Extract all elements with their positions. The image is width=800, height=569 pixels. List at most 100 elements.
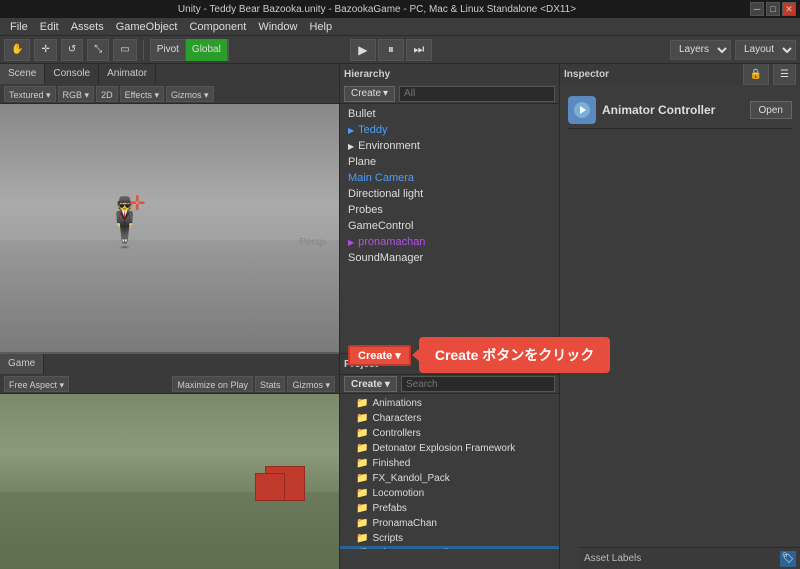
hierarchy-search[interactable] [399, 86, 555, 102]
pivot-global-group: Pivot Global [150, 39, 229, 61]
game-panel-tabs: Game [0, 354, 339, 374]
menu-window[interactable]: Window [252, 18, 303, 36]
create-highlight-btn[interactable]: Create ▾ [348, 345, 411, 366]
main-area: Scene Console Animator Textured ▾ RGB ▾ … [0, 64, 800, 569]
step-button[interactable]: ⏭ [406, 39, 432, 61]
inspector-lock-btn[interactable]: 🔒 [743, 64, 769, 85]
menu-edit[interactable]: Edit [34, 18, 65, 36]
play-controls: ▶ ⏸ ⏭ [350, 39, 432, 61]
p-item-controllers[interactable]: 📁Controllers [340, 426, 559, 441]
game-gizmos[interactable]: Gizmos ▾ [287, 376, 335, 392]
scene-textured[interactable]: Textured ▾ [4, 86, 56, 102]
p-item-characters[interactable]: 📁Characters [340, 411, 559, 426]
pivot-button[interactable]: Pivot [151, 39, 186, 61]
menu-gameobject[interactable]: GameObject [110, 18, 184, 36]
title-bar: Unity - Teddy Bear Bazooka.unity - Bazoo… [0, 0, 800, 18]
game-toolbar: Free Aspect ▾ Maximize on Play Stats Giz… [0, 374, 339, 394]
inspector-object-name: Animator Controller [602, 103, 715, 117]
window-controls: ─ □ ✕ [750, 2, 796, 16]
tab-scene[interactable]: Scene [0, 64, 45, 84]
h-item-bullet[interactable]: Bullet [340, 106, 559, 122]
inspector-open-button[interactable]: Open [750, 101, 792, 119]
menu-assets[interactable]: Assets [65, 18, 110, 36]
menu-file[interactable]: File [4, 18, 34, 36]
tool-scale[interactable]: ⤡ [87, 39, 109, 61]
minimize-button[interactable]: ─ [750, 2, 764, 16]
scene-toolbar: Textured ▾ RGB ▾ 2D Effects ▾ Gizmos ▾ [0, 84, 339, 104]
tab-console[interactable]: Console [45, 64, 99, 84]
menu-component[interactable]: Component [183, 18, 252, 36]
annotation-arrow [412, 349, 419, 361]
h-item-pronamachan[interactable]: ▶pronamachan [340, 234, 559, 250]
h-item-soundmanager[interactable]: SoundManager [340, 250, 559, 266]
toolbar-separator-1 [143, 40, 144, 60]
annotation-overlay: Create ▾ Create ボタンをクリック [348, 337, 610, 373]
hierarchy-toolbar: Create ▾ [340, 84, 559, 104]
left-panel: Scene Console Animator Textured ▾ RGB ▾ … [0, 64, 340, 569]
p-item-animator-controller[interactable]: 🎬Animator Controller [340, 546, 559, 549]
project-search[interactable] [401, 376, 555, 392]
scene-2d[interactable]: 2D [96, 86, 118, 102]
main-toolbar: ✋ ✛ ↺ ⤡ ▭ Pivot Global ▶ ⏸ ⏭ Layers Layo… [0, 36, 800, 64]
game-stats[interactable]: Stats [255, 376, 286, 392]
layers-select[interactable]: Layers [670, 40, 731, 60]
scene-background: 🕴 ✛ Persp [0, 104, 339, 352]
p-item-detonator[interactable]: 📁Detonator Explosion Framework [340, 441, 559, 456]
menu-bar: File Edit Assets GameObject Component Wi… [0, 18, 800, 36]
global-button[interactable]: Global [186, 39, 228, 61]
tool-rect[interactable]: ▭ [113, 39, 136, 61]
hierarchy-create-btn[interactable]: Create ▾ [344, 86, 395, 102]
menu-help[interactable]: Help [303, 18, 338, 36]
p-item-finished[interactable]: 📁Finished [340, 456, 559, 471]
close-button[interactable]: ✕ [782, 2, 796, 16]
p-item-locomotion[interactable]: 📁Locomotion [340, 486, 559, 501]
h-item-probes[interactable]: Probes [340, 202, 559, 218]
pause-button[interactable]: ⏸ [378, 39, 404, 61]
asset-labels-button[interactable]: 🏷 [780, 551, 796, 567]
game-maximize[interactable]: Maximize on Play [172, 376, 253, 392]
scene-view: Scene Console Animator Textured ▾ RGB ▾ … [0, 64, 339, 354]
project-create-btn[interactable]: Create ▾ [344, 376, 397, 392]
project-panel: Project Create ▾ 📁Animations 📁Characters… [340, 354, 559, 569]
p-item-animations[interactable]: 📁Animations [340, 396, 559, 411]
h-item-plane[interactable]: Plane [340, 154, 559, 170]
maximize-button[interactable]: □ [766, 2, 780, 16]
h-item-teddy[interactable]: ▶Teddy [340, 122, 559, 138]
annotation-text: Create ボタンをクリック [419, 337, 610, 373]
h-item-gamecontrol[interactable]: GameControl [340, 218, 559, 234]
p-item-pronamachan[interactable]: 📁PronamaChan [340, 516, 559, 531]
inspector-menu-btn[interactable]: ☰ [773, 64, 796, 85]
scene-gizmos[interactable]: Gizmos ▾ [166, 86, 214, 102]
inspector-title: Inspector [564, 69, 609, 80]
title-text: Unity - Teddy Bear Bazooka.unity - Bazoo… [4, 4, 750, 15]
middle-panel: Hierarchy Create ▾ Bullet ▶Teddy ▶Enviro… [340, 64, 560, 569]
h-item-maincamera[interactable]: Main Camera [340, 170, 559, 186]
p-item-prefabs[interactable]: 📁Prefabs [340, 501, 559, 516]
p-item-fxkandol[interactable]: 📁FX_Kandol_Pack [340, 471, 559, 486]
inspector-object: Animator Controller Open [568, 92, 792, 129]
scene-effects[interactable]: Effects ▾ [120, 86, 164, 102]
hierarchy-title: Hierarchy [344, 69, 390, 80]
h-item-environment[interactable]: ▶Environment [340, 138, 559, 154]
tool-hand[interactable]: ✋ [4, 39, 30, 61]
asset-labels-bar: Asset Labels 🏷 [580, 547, 800, 569]
tool-rotate[interactable]: ↺ [61, 39, 83, 61]
layers-layout-group: Layers Layout [670, 40, 796, 60]
hierarchy-panel: Hierarchy Create ▾ Bullet ▶Teddy ▶Enviro… [340, 64, 559, 354]
game-aspect[interactable]: Free Aspect ▾ [4, 376, 69, 392]
persp-label: Persp [299, 237, 325, 248]
game-canvas [0, 394, 339, 569]
tab-game[interactable]: Game [0, 354, 44, 374]
h-item-directionallight[interactable]: Directional light [340, 186, 559, 202]
inspector-panel: Inspector 🔒 ☰ Animator Controller Open A… [560, 64, 800, 569]
asset-labels-text: Asset Labels [584, 553, 641, 564]
scene-rgb[interactable]: RGB ▾ [58, 86, 95, 102]
tab-animator[interactable]: Animator [99, 64, 156, 84]
project-items: 📁Animations 📁Characters 📁Controllers 📁De… [340, 394, 559, 549]
p-item-scripts[interactable]: 📁Scripts [340, 531, 559, 546]
play-button[interactable]: ▶ [350, 39, 376, 61]
layout-select[interactable]: Layout [735, 40, 796, 60]
tool-move[interactable]: ✛ [34, 39, 56, 61]
character-sprite: 🕴 [95, 200, 155, 248]
transform-gizmo: ✛ [129, 191, 146, 216]
